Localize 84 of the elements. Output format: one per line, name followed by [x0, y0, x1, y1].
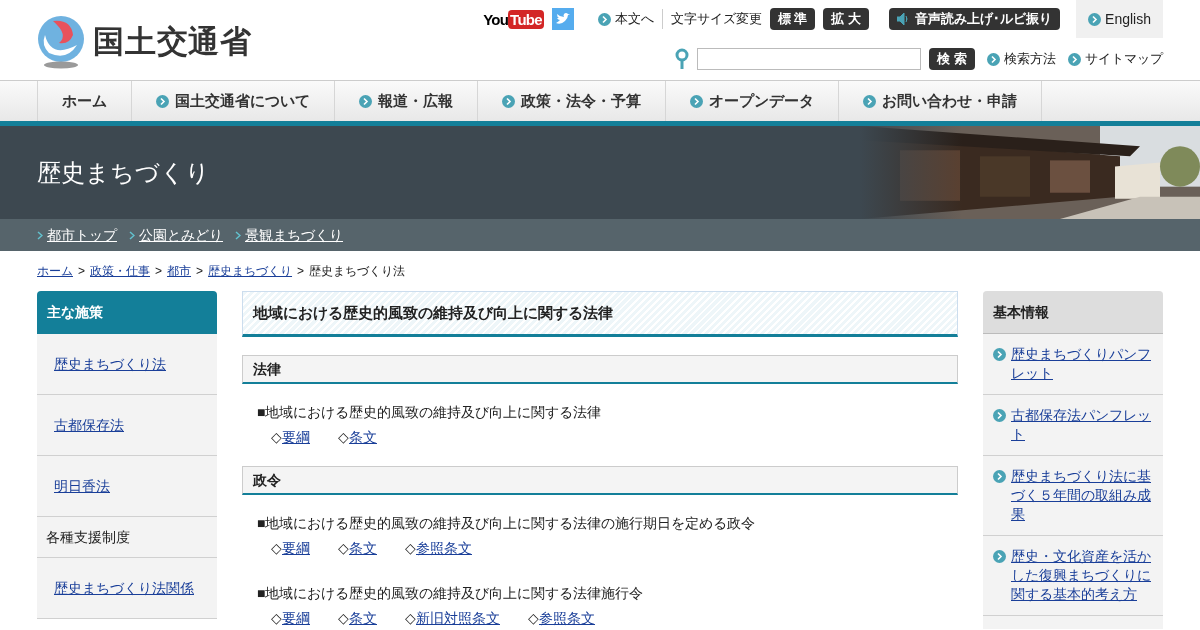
font-size-button[interactable]: 拡 大 [823, 8, 870, 30]
chevron-icon [129, 230, 135, 240]
font-size-button[interactable]: 標 準 [769, 8, 816, 30]
search-button[interactable]: 検 索 [929, 48, 975, 70]
document-link[interactable]: 条文 [349, 427, 377, 448]
header-link[interactable]: 検索方法 [987, 49, 1056, 69]
sidebar-item[interactable]: 明日香法 [37, 456, 217, 517]
info-link[interactable]: 歴史・文化資産を活かした復興まちづくりに関する基本的考え方 [1011, 547, 1153, 604]
nav-item[interactable]: お問い合わせ・申請 [839, 81, 1042, 121]
header-link[interactable]: サイトマップ [1068, 49, 1163, 69]
chevron-icon [502, 94, 515, 108]
breadcrumb-separator: > [297, 263, 305, 280]
sidebar-title: 主な施策 [37, 291, 217, 334]
sub-nav-link[interactable]: 景観まちづくり [235, 224, 343, 246]
chevron-icon [987, 52, 1000, 66]
breadcrumb-link[interactable]: 政策・仕事 [90, 262, 150, 280]
sidebar-item[interactable]: 歴史まちづくり法関係 [37, 558, 217, 619]
read-aloud-button[interactable]: 音声読み上げ･ルビ振り [889, 8, 1061, 30]
breadcrumb-link[interactable]: 歴史まちづくり [208, 262, 293, 280]
diamond-icon: ◇ [271, 608, 282, 629]
diamond-icon: ◇ [338, 538, 349, 559]
breadcrumb-link[interactable]: 都市 [167, 262, 192, 280]
bird-icon[interactable] [551, 8, 574, 30]
document-link[interactable]: 参照条文 [539, 608, 595, 629]
chevron-icon [1068, 52, 1081, 66]
sub-nav-link[interactable]: 都市トップ [37, 224, 117, 246]
english-link[interactable]: English [1076, 0, 1163, 38]
breadcrumb-separator: > [196, 263, 204, 280]
diamond-icon: ◇ [338, 427, 349, 448]
chevron-icon [690, 94, 703, 108]
breadcrumb-current: 歴史まちづくり法 [309, 263, 406, 280]
breadcrumb-separator: > [78, 263, 85, 280]
content-title: 地域における歴史的風致の維持及び向上に関する法律 [242, 291, 958, 337]
search-field[interactable] [697, 48, 922, 70]
nav-item[interactable]: オープンデータ [666, 81, 839, 121]
chevron-icon [993, 470, 1006, 483]
sidebar-item[interactable]: 古都保存法 [37, 395, 217, 456]
chevron-icon [993, 348, 1006, 361]
font-size-label: 文字サイズ変更 [670, 10, 762, 29]
diamond-icon: ◇ [271, 538, 282, 559]
law-title: ■地域における歴史的風致の維持及び向上に関する法律 [257, 403, 603, 422]
law-title: ■地域における歴史的風致の維持及び向上に関する法律施行令 [257, 584, 645, 603]
section-heading: 政令 [242, 466, 958, 495]
sub-nav-link[interactable]: 公園とみどり [129, 224, 223, 246]
chevron-icon [993, 409, 1006, 422]
document-link[interactable]: 要綱 [282, 427, 310, 448]
chevron-icon [863, 94, 876, 108]
nav-item[interactable]: 報道・広報 [335, 81, 478, 121]
diamond-icon: ◇ [528, 608, 539, 629]
chevron-icon [993, 550, 1006, 563]
sidebar-title: 基本情報 [983, 291, 1163, 334]
chevron-icon [156, 94, 169, 108]
chevron-icon [359, 94, 372, 108]
logo-icon [37, 15, 85, 69]
section-heading: 法律 [242, 355, 958, 384]
diamond-icon: ◇ [405, 538, 416, 559]
nav-item[interactable]: 政策・法令・予算 [478, 81, 666, 121]
nav-item[interactable]: 国土交通省について [132, 81, 335, 121]
skip-to-content-link[interactable]: 本文へ [597, 9, 663, 29]
chevron-icon [597, 12, 611, 26]
document-link[interactable]: 新旧対照条文 [416, 608, 500, 629]
sidebar-heading: 各種支援制度 [37, 517, 217, 558]
chevron-icon [1088, 12, 1102, 26]
document-link[interactable]: 条文 [349, 538, 377, 559]
chevron-icon [37, 230, 43, 240]
chevron-icon [235, 230, 241, 240]
breadcrumb-link[interactable]: ホーム [37, 262, 73, 280]
info-link[interactable]: 古都保存法パンフレット [1011, 406, 1153, 444]
diamond-icon: ◇ [405, 608, 416, 629]
document-link[interactable]: 条文 [349, 608, 377, 629]
search-icon [675, 48, 690, 70]
info-link[interactable]: 歴史まちづくりパンフレット [1011, 345, 1153, 383]
law-title: ■地域における歴史的風致の維持及び向上に関する法律の施行期日を定める政令 [257, 514, 757, 533]
nav-item[interactable]: ホーム [37, 81, 132, 121]
document-link[interactable]: 要綱 [282, 608, 310, 629]
banner-title: 歴史まちづくり [37, 157, 210, 188]
breadcrumb-separator: > [155, 263, 163, 280]
document-link[interactable]: 参照条文 [416, 538, 472, 559]
diamond-icon: ◇ [271, 427, 282, 448]
site-logo-text: 国土交通省 [93, 22, 252, 61]
info-link[interactable]: 歴史まちづくり法に基づく５年間の取組み成果 [1011, 467, 1153, 524]
sidebar-item[interactable]: 歴史まちづくり法 [37, 334, 217, 395]
document-link[interactable]: 要綱 [282, 538, 310, 559]
diamond-icon: ◇ [338, 608, 349, 629]
